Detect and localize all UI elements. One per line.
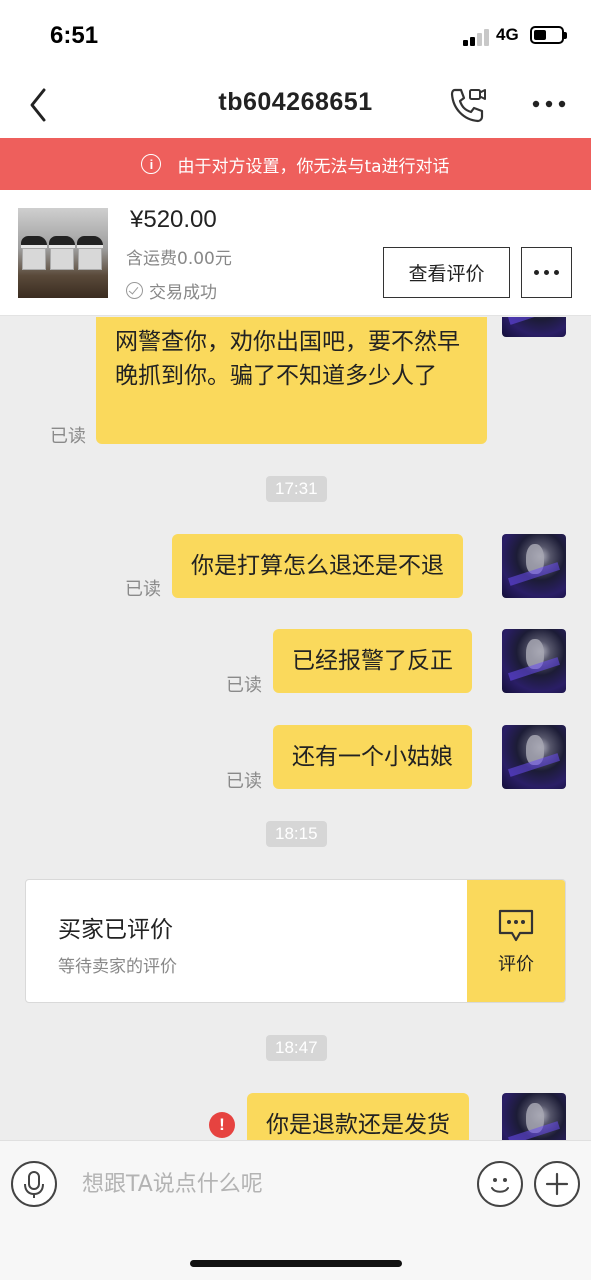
- chat-title: tb604268651: [218, 88, 373, 116]
- block-notice-banner: i 由于对方设置，你无法与ta进行对话: [0, 138, 591, 190]
- message-text: 你是打算怎么退还是不退: [191, 553, 444, 579]
- message-bubble[interactable]: 你是打算怎么退还是不退: [172, 534, 463, 598]
- dot-icon: [544, 270, 549, 275]
- message-bubble[interactable]: 还有一个小姑娘: [273, 725, 472, 789]
- message-bubble[interactable]: 网警查你，劝你出国吧，要不然早晚抓到你。骗了不知道多少人了: [96, 317, 487, 444]
- message-text: 网警查你，劝你出国吧，要不然早晚抓到你。骗了不知道多少人了: [115, 329, 460, 389]
- review-card-title: 买家已评价: [58, 917, 173, 943]
- avatar[interactable]: [502, 725, 566, 789]
- write-review-label: 评价: [498, 954, 534, 975]
- input-bar: [0, 1140, 591, 1280]
- chat-messages[interactable]: 网警查你，劝你出国吧，要不然早晚抓到你。骗了不知道多少人了 已读 17:31 你…: [0, 317, 591, 1140]
- send-failed-icon[interactable]: !: [209, 1112, 235, 1138]
- review-card[interactable]: 买家已评价 等待卖家的评价 评价: [25, 879, 566, 1003]
- battery-icon: [530, 26, 567, 44]
- product-price: ¥520.00: [130, 206, 217, 233]
- deal-status-text: 交易成功: [149, 283, 217, 303]
- call-button[interactable]: [446, 84, 488, 126]
- comment-dots-icon: [498, 909, 534, 942]
- shipping-fee: 含运费0.00元: [126, 249, 232, 269]
- write-review-button[interactable]: 评价: [467, 880, 565, 1002]
- product-card[interactable]: ¥520.00 含运费0.00元 交易成功 查看评价: [0, 190, 591, 316]
- message-text: 已经报警了反正: [292, 648, 453, 674]
- home-indicator[interactable]: [190, 1260, 402, 1267]
- avatar[interactable]: [502, 317, 566, 337]
- deal-status: 交易成功: [126, 278, 217, 303]
- more-actions-button[interactable]: [534, 1161, 580, 1207]
- microphone-icon: [24, 1171, 44, 1198]
- signal-icon: [463, 28, 491, 46]
- check-circle-icon: [126, 282, 143, 299]
- phone-video-icon: [450, 88, 486, 123]
- smiley-icon: [491, 1178, 509, 1193]
- network-type: 4G: [496, 25, 519, 44]
- message-text: 你是退款还是发货: [266, 1112, 450, 1138]
- read-receipt: 已读: [226, 675, 262, 696]
- more-button[interactable]: [530, 94, 568, 114]
- avatar[interactable]: [502, 1093, 566, 1140]
- product-more-button[interactable]: [521, 247, 572, 298]
- dot-icon: [554, 270, 559, 275]
- dot-icon: [534, 270, 539, 275]
- emoji-button[interactable]: [477, 1161, 523, 1207]
- timestamp: 17:31: [266, 476, 327, 502]
- more-dots-icon: [532, 100, 566, 108]
- status-bar: 6:51 4G: [0, 0, 591, 72]
- read-receipt: 已读: [50, 426, 86, 447]
- read-receipt: 已读: [226, 771, 262, 792]
- message-bubble[interactable]: 你是退款还是发货: [247, 1093, 469, 1140]
- read-receipt: 已读: [125, 579, 161, 600]
- review-card-subtitle: 等待卖家的评价: [58, 957, 177, 977]
- status-time: 6:51: [50, 22, 99, 49]
- timestamp: 18:47: [266, 1035, 327, 1061]
- voice-button[interactable]: [11, 1161, 57, 1207]
- plus-icon: [545, 1172, 569, 1196]
- message-input[interactable]: [70, 1163, 466, 1205]
- info-icon: i: [141, 154, 162, 174]
- timestamp: 18:15: [266, 821, 327, 847]
- product-thumbnail[interactable]: [18, 208, 108, 298]
- nav-bar: tb604268651: [0, 72, 591, 138]
- message-text: 还有一个小姑娘: [292, 744, 453, 770]
- banner-text: 由于对方设置，你无法与ta进行对话: [177, 156, 450, 177]
- message-bubble[interactable]: 已经报警了反正: [273, 629, 472, 693]
- view-review-button[interactable]: 查看评价: [383, 247, 510, 298]
- avatar[interactable]: [502, 534, 566, 598]
- avatar[interactable]: [502, 629, 566, 693]
